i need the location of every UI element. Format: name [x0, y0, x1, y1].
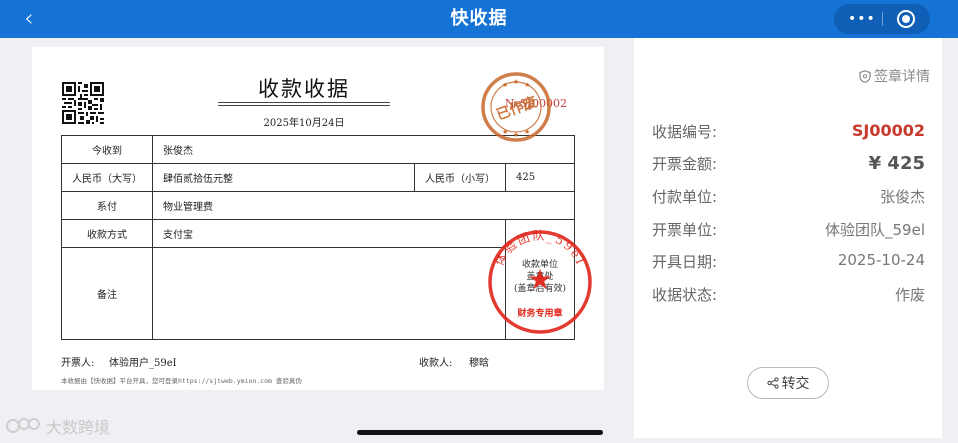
seal-ring-text: 体验团队_59eI: [492, 228, 586, 268]
payee-value: 穆晗: [469, 358, 489, 369]
seal-bottom-text: 财务专用章: [516, 307, 562, 319]
receipt-detail-panel: 签章详情 收据编号: SJ00002 开票金额: ¥ 425 付款单位: 张俊杰…: [634, 38, 942, 438]
receipt-date: 2025年10月24日: [263, 118, 345, 129]
detail-value-status: 作废: [894, 286, 925, 304]
svg-text:体验团队_59eI: 体验团队_59eI: [492, 228, 588, 268]
issuer-label: 开票人:: [61, 358, 95, 369]
method-value: 支付宝: [152, 219, 506, 248]
watermark-text: 大数跨境: [46, 418, 111, 437]
method-label: 收款方式: [61, 219, 153, 248]
share-icon: [766, 377, 779, 389]
mini-program-capsule: •••: [834, 4, 930, 34]
received-from-label: 今收到: [61, 135, 153, 164]
svg-text:★: ★: [502, 81, 508, 89]
receipt-title: 收款收据: [258, 77, 350, 101]
shield-icon: [859, 69, 871, 83]
detail-row-amount: 开票金额: ¥ 425: [652, 153, 925, 177]
stamp-details-link[interactable]: 签章详情: [859, 66, 930, 86]
svg-text:★: ★: [524, 128, 530, 136]
amount-upper-label: 人民币（大写）: [61, 163, 153, 192]
title-underline-double: [218, 105, 390, 106]
amount-lower-value: 425: [505, 163, 575, 192]
qr-code-icon: [62, 82, 104, 124]
svg-text:★: ★: [513, 131, 519, 139]
detail-value-payer: 张俊杰: [879, 188, 925, 206]
detail-value-number: SJ00002: [851, 121, 925, 140]
detail-row-payer: 付款单位: 张俊杰: [652, 186, 925, 210]
watermark-logo-icon: [6, 418, 40, 433]
table-row: 系付 物业管理费: [61, 191, 575, 220]
transfer-button[interactable]: 转交: [747, 367, 829, 399]
stamp-details-label: 签章详情: [874, 69, 930, 85]
purpose-value: 物业管理费: [152, 191, 575, 220]
receipt-footnote: 本收据由【快收据】平台开具，您可登录https://sjtweb.ymion.c…: [61, 377, 302, 385]
detail-label: 开票金额:: [652, 155, 718, 173]
detail-label: 收据编号:: [652, 123, 718, 141]
close-target-icon[interactable]: [897, 10, 915, 28]
transfer-button-label: 转交: [781, 376, 810, 392]
home-indicator[interactable]: [357, 430, 603, 435]
svg-text:★: ★: [524, 81, 530, 89]
detail-label: 开票单位:: [652, 221, 718, 239]
top-bar: ‹ 快收据 •••: [0, 0, 958, 38]
finance-seal-icon: 体验团队_59eI ★ 财务专用章: [488, 228, 592, 334]
more-icon[interactable]: •••: [848, 11, 876, 27]
void-stamp-icon: ★ ★ ★ ★ ★ ★ 已作废: [481, 72, 551, 142]
detail-label: 开具日期:: [652, 253, 718, 271]
amount-upper-value: 肆佰贰拾伍元整: [152, 163, 415, 192]
capsule-divider: [882, 12, 883, 26]
title-underline: [218, 102, 390, 103]
detail-row-number: 收据编号: SJ00002: [652, 121, 925, 145]
svg-text:★: ★: [502, 128, 508, 136]
detail-value-amount: ¥ 425: [868, 153, 925, 174]
issuer-value: 体验用户_59eI: [109, 358, 177, 369]
table-row: 人民币（大写） 肆佰贰拾伍元整 人民币（小写） 425: [61, 163, 575, 192]
void-stamp-text: 已作废: [494, 93, 539, 123]
detail-row-status: 收据状态: 作废: [652, 284, 925, 308]
detail-row-date: 开具日期: 2025-10-24: [652, 251, 925, 275]
detail-value-date: 2025-10-24: [837, 251, 925, 269]
svg-text:★: ★: [527, 263, 552, 296]
detail-label: 收据状态:: [652, 286, 718, 304]
watermark: 大数跨境: [6, 414, 110, 438]
remark-value: [152, 247, 506, 340]
purpose-label: 系付: [61, 191, 153, 220]
detail-row-issuer: 开票单位: 体验团队_59el: [652, 219, 925, 243]
page-title: 快收据: [450, 8, 508, 29]
remark-label: 备注: [61, 247, 153, 340]
payee-label: 收款人:: [419, 358, 453, 369]
amount-lower-label: 人民币（小写）: [414, 163, 506, 192]
receipt-paper: 收款收据 2025年10月24日 No SJ00002 今收到 张俊杰 人民币（…: [32, 47, 604, 390]
detail-label: 付款单位:: [652, 188, 718, 206]
detail-value-issuer: 体验团队_59el: [825, 221, 925, 239]
svg-text:★: ★: [513, 78, 519, 86]
